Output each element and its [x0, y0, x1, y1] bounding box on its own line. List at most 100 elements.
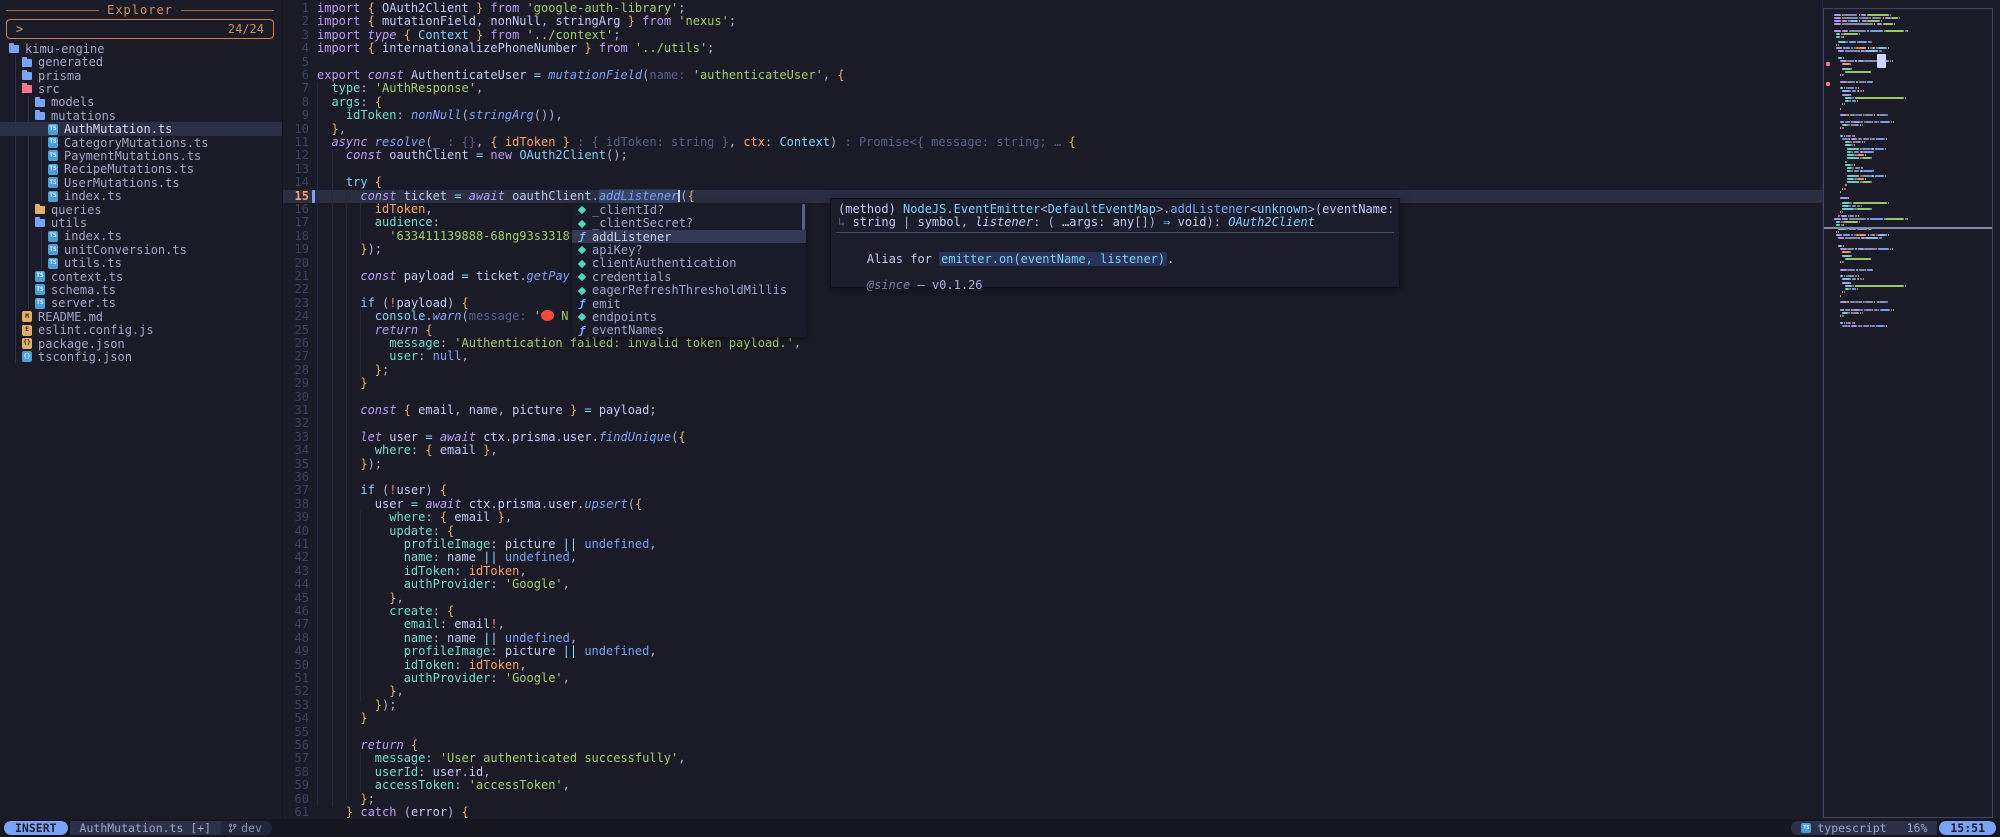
code-line-44[interactable]: 44 authProvider: 'Google',: [283, 578, 1822, 591]
code-line-2[interactable]: 2import { mutationField, nonNull, string…: [283, 15, 1822, 28]
code-line-29[interactable]: 29 }: [283, 377, 1822, 390]
tree-item-schema.ts[interactable]: TSschema.ts: [0, 283, 282, 296]
code-line-42[interactable]: 42 name: name || undefined,: [283, 551, 1822, 564]
code-line-53[interactable]: 53 });: [283, 699, 1822, 712]
tree-item-queries[interactable]: queries: [0, 203, 282, 216]
tree-item-UserMutations.ts[interactable]: TSUserMutations.ts: [0, 176, 282, 189]
code-line-35[interactable]: 35 });: [283, 458, 1822, 471]
tree-item-index.ts[interactable]: TSindex.ts: [0, 230, 282, 243]
tree-item-README.md[interactable]: MREADME.md: [0, 310, 282, 323]
code-line-11[interactable]: 11 async resolve(_ : {}, { idToken } : {…: [283, 136, 1822, 149]
completion-item-eventNames[interactable]: ƒeventNames: [572, 324, 806, 337]
tree-item-utils.ts[interactable]: TSutils.ts: [0, 256, 282, 269]
tree-item-AuthMutation.ts[interactable]: TSAuthMutation.ts: [0, 122, 282, 135]
code-line-40[interactable]: 40 update: {: [283, 525, 1822, 538]
code-line-61[interactable]: 61 } catch (error) {: [283, 806, 1822, 819]
code-line-24[interactable]: 24 console.warn(message: '🔴 N: [283, 310, 1822, 323]
tree-item-context.ts[interactable]: TScontext.ts: [0, 270, 282, 283]
completion-item-clientAuthentication[interactable]: clientAuthentication: [572, 257, 806, 270]
code-line-54[interactable]: 54 }: [283, 712, 1822, 725]
explorer-filter-box[interactable]: > 24/24: [6, 19, 274, 39]
code-line-34[interactable]: 34 where: { email },: [283, 444, 1822, 457]
code-line-50[interactable]: 50 idToken: idToken,: [283, 659, 1822, 672]
code-line-57[interactable]: 57 message: 'User authenticated successf…: [283, 752, 1822, 765]
code-line-58[interactable]: 58 userId: user.id,: [283, 766, 1822, 779]
code-line-52[interactable]: 52 },: [283, 685, 1822, 698]
code-line-26[interactable]: 26 message: 'Authentication failed: inva…: [283, 337, 1822, 350]
completion-item-eagerRefreshThresholdMillis[interactable]: eagerRefreshThresholdMillis: [572, 283, 806, 296]
tree-item-RecipeMutations.ts[interactable]: TSRecipeMutations.ts: [0, 163, 282, 176]
code-line-45[interactable]: 45 },: [283, 592, 1822, 605]
code-line-33[interactable]: 33 let user = await ctx.prisma.user.find…: [283, 431, 1822, 444]
tree-item-label: package.json: [38, 337, 125, 351]
code-line-48[interactable]: 48 name: name || undefined,: [283, 632, 1822, 645]
tree-item-index.ts[interactable]: TSindex.ts: [0, 189, 282, 202]
code-line-10[interactable]: 10 },: [283, 123, 1822, 136]
code-line-32[interactable]: 32: [283, 417, 1822, 430]
tree-item-generated[interactable]: generated: [0, 55, 282, 68]
tree-item-kimu-engine[interactable]: kimu-engine: [0, 42, 282, 55]
code-line-31[interactable]: 31 const { email, name, picture } = payl…: [283, 404, 1822, 417]
code-line-37[interactable]: 37 if (!user) {: [283, 484, 1822, 497]
minimap-line-mark: [1858, 278, 1859, 280]
code-line-56[interactable]: 56 return {: [283, 739, 1822, 752]
completion-item-_clientId[interactable]: _clientId?: [572, 203, 806, 216]
code-line-39[interactable]: 39 where: { email },: [283, 511, 1822, 524]
tree-item-models[interactable]: models: [0, 96, 282, 109]
token: :: [765, 135, 779, 149]
code-line-1[interactable]: 1import { OAuth2Client } from 'google-au…: [283, 2, 1822, 15]
code-line-5[interactable]: 5: [283, 56, 1822, 69]
token: :: [433, 631, 447, 645]
tree-item-PaymentMutations.ts[interactable]: TSPaymentMutations.ts: [0, 149, 282, 162]
code-line-7[interactable]: 7 type: 'AuthResponse',: [283, 82, 1822, 95]
code-line-46[interactable]: 46 create: {: [283, 605, 1822, 618]
code-line-51[interactable]: 51 authProvider: 'Google',: [283, 672, 1822, 685]
code-line-25[interactable]: 25 return {: [283, 324, 1822, 337]
code-line-47[interactable]: 47 email: email!,: [283, 618, 1822, 631]
file-tree[interactable]: kimu-enginegeneratedprismasrcmodelsmutat…: [0, 42, 282, 819]
completion-item-emit[interactable]: ƒemit: [572, 297, 806, 310]
code-line-30[interactable]: 30: [283, 391, 1822, 404]
completion-item-credentials[interactable]: credentials: [572, 270, 806, 283]
tree-item-unitConversion.ts[interactable]: TSunitConversion.ts: [0, 243, 282, 256]
tree-item-prisma[interactable]: prisma: [0, 69, 282, 82]
code-editor[interactable]: 1import { OAuth2Client } from 'google-au…: [283, 0, 1822, 819]
code-line-38[interactable]: 38 user = await ctx.prisma.user.upsert({: [283, 498, 1822, 511]
minimap[interactable]: [1823, 8, 1993, 818]
code-line-9[interactable]: 9 idToken: nonNull(stringArg()),: [283, 109, 1822, 122]
minimap-line-mark: [1860, 309, 1863, 311]
code-line-8[interactable]: 8 args: {: [283, 96, 1822, 109]
code-line-14[interactable]: 14 try {: [283, 176, 1822, 189]
code-line-55[interactable]: 55: [283, 726, 1822, 739]
minimap-line-mark: [1878, 248, 1890, 250]
minimap-line-mark: [1870, 30, 1884, 32]
token: ,: [678, 751, 685, 765]
code-line-60[interactable]: 60 };: [283, 793, 1822, 806]
code-line-28[interactable]: 28 };: [283, 364, 1822, 377]
code-line-4[interactable]: 4import { internationalizePhoneNumber } …: [283, 42, 1822, 55]
code-line-12[interactable]: 12 const oauthClient = new OAuth2Client(…: [283, 149, 1822, 162]
completion-item-_clientSecret[interactable]: _clientSecret?: [572, 216, 806, 229]
code-line-3[interactable]: 3import type { Context } from '../contex…: [283, 29, 1822, 42]
tree-item-package.json[interactable]: {}package.json: [0, 337, 282, 350]
completion-item-endpoints[interactable]: endpoints: [572, 310, 806, 323]
code-line-6[interactable]: 6export const AuthenticateUser = mutatio…: [283, 69, 1822, 82]
tree-item-utils[interactable]: utils: [0, 216, 282, 229]
tree-item-server.ts[interactable]: TSserver.ts: [0, 297, 282, 310]
code-line-13[interactable]: 13: [283, 163, 1822, 176]
completion-menu[interactable]: _clientId?_clientSecret?ƒaddListenerapiK…: [572, 203, 806, 337]
completion-scrollbar[interactable]: [802, 204, 805, 230]
tree-item-eslint.config.js[interactable]: Eeslint.config.js: [0, 323, 282, 336]
code-line-43[interactable]: 43 idToken: idToken,: [283, 565, 1822, 578]
code-line-41[interactable]: 41 profileImage: picture || undefined,: [283, 538, 1822, 551]
code-line-59[interactable]: 59 accessToken: 'accessToken',: [283, 779, 1822, 792]
tree-item-CategoryMutations.ts[interactable]: TSCategoryMutations.ts: [0, 136, 282, 149]
tree-item-mutations[interactable]: mutations: [0, 109, 282, 122]
completion-item-addListener[interactable]: ƒaddListener: [572, 230, 806, 243]
code-line-49[interactable]: 49 profileImage: picture || undefined,: [283, 645, 1822, 658]
tree-item-tsconfig.json[interactable]: {}tsconfig.json: [0, 350, 282, 363]
completion-item-apiKey[interactable]: apiKey?: [572, 243, 806, 256]
code-line-27[interactable]: 27 user: null,: [283, 350, 1822, 363]
tree-item-src[interactable]: src: [0, 82, 282, 95]
code-line-36[interactable]: 36: [283, 471, 1822, 484]
